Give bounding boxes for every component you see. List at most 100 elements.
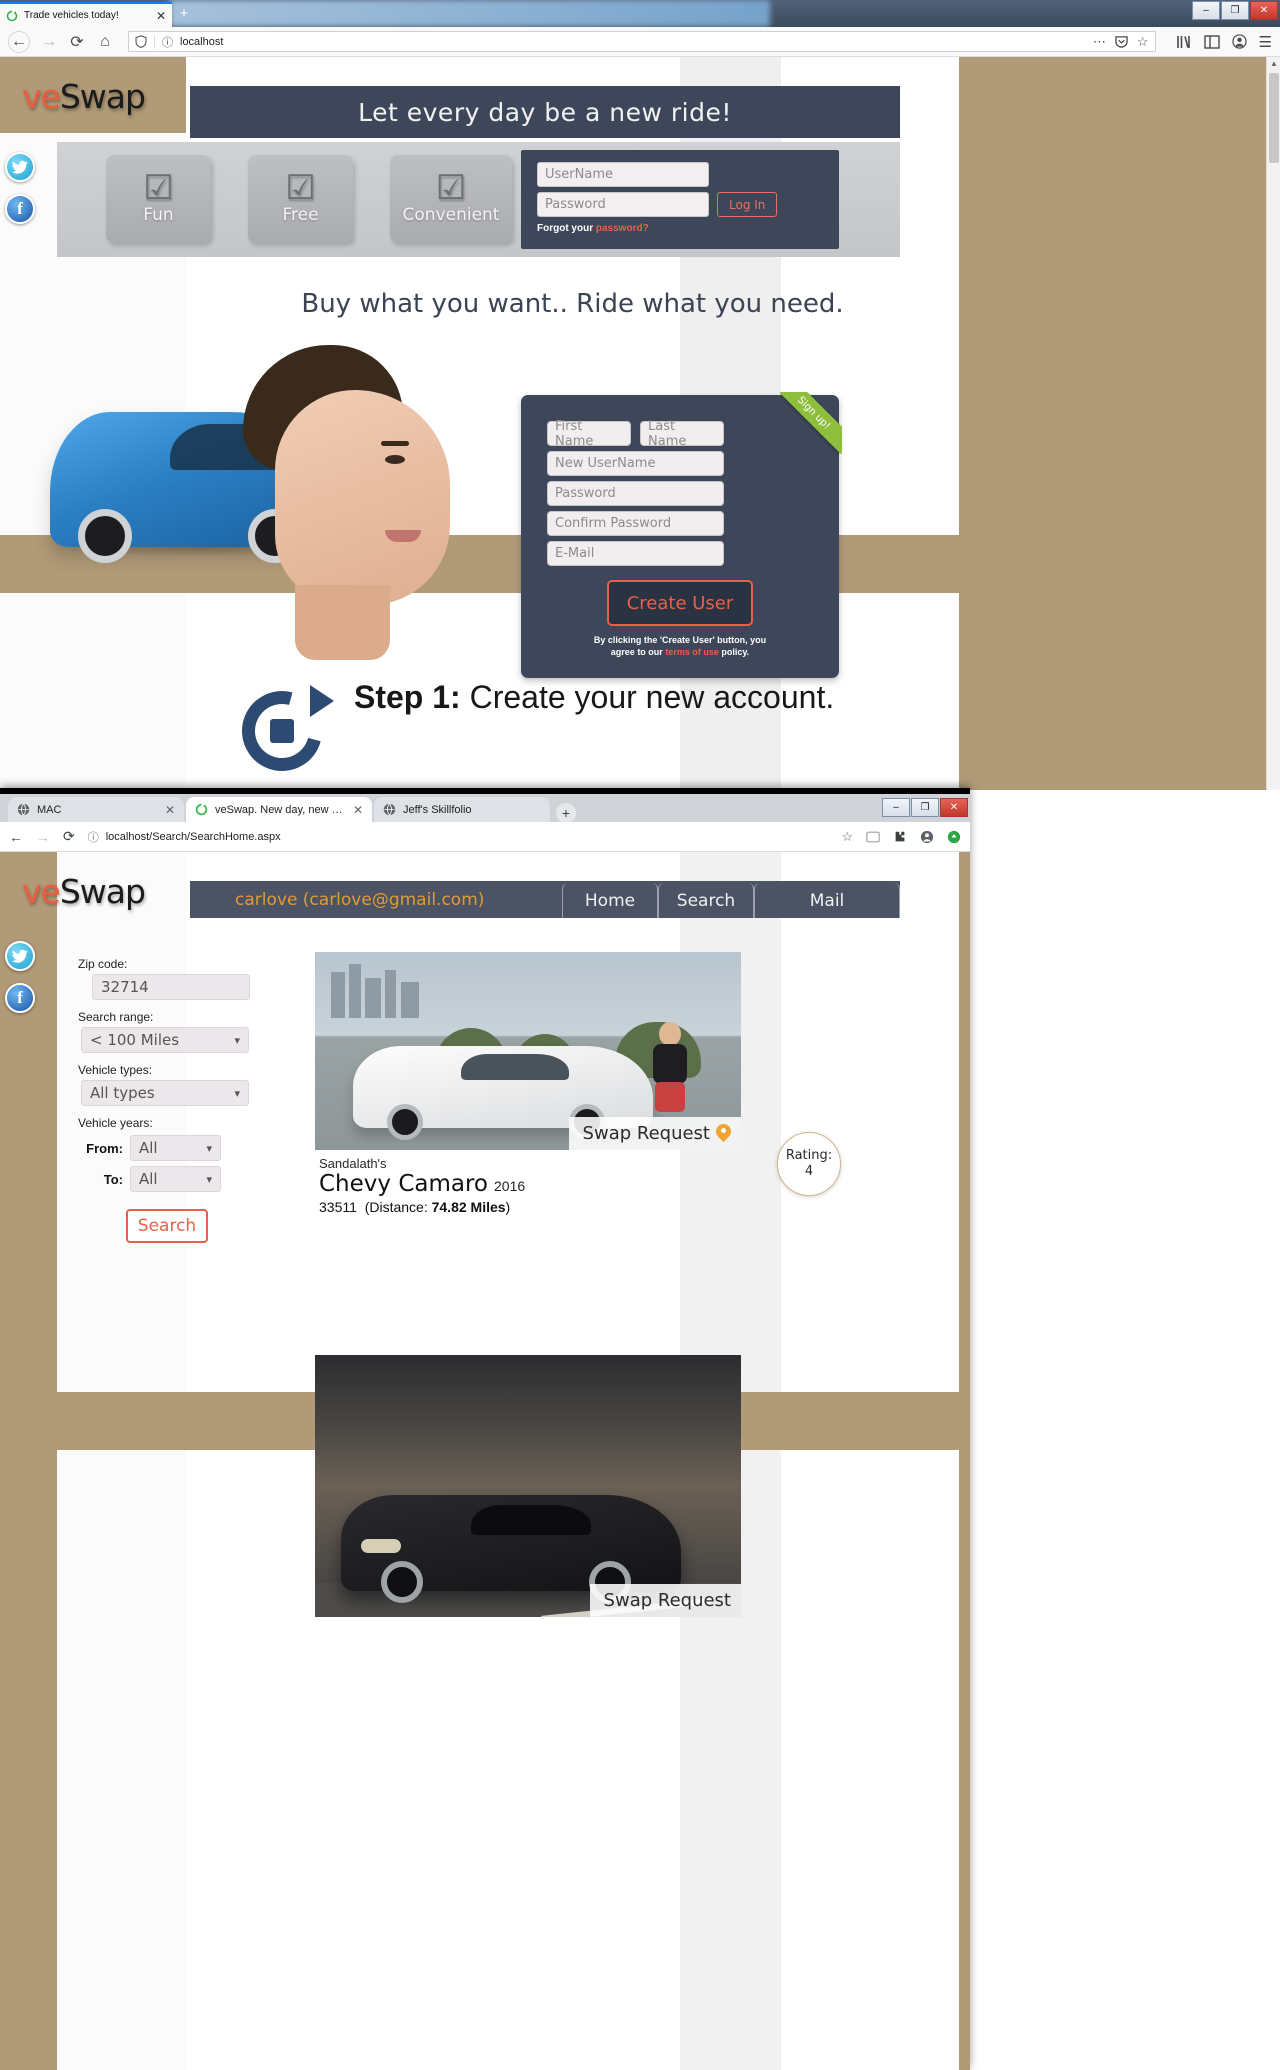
- twitter-icon: [5, 941, 35, 971]
- confirm-password-input[interactable]: Confirm Password: [547, 511, 724, 536]
- swap-request-button[interactable]: Swap Request: [568, 1117, 741, 1150]
- username-input[interactable]: UserName: [537, 162, 709, 187]
- step-1-text: Step 1: Create your new account.: [354, 677, 834, 717]
- minimize-button[interactable]: –: [882, 798, 910, 817]
- window-controls: – ❐ ✕: [1192, 1, 1278, 20]
- pocket-icon[interactable]: [1115, 35, 1128, 48]
- cast-icon[interactable]: [866, 831, 880, 843]
- feature-free[interactable]: ☑ Free: [248, 155, 353, 243]
- tab-close-icon[interactable]: ✕: [353, 803, 363, 817]
- bookmark-star-icon[interactable]: ☆: [841, 829, 853, 845]
- back-icon[interactable]: ←: [9, 829, 23, 845]
- page-content-window1: veSwap f Let every day be a new ride! ☑: [0, 57, 1280, 790]
- last-name-input[interactable]: Last Name: [640, 419, 724, 449]
- search-button[interactable]: Search: [126, 1209, 208, 1243]
- minimize-button[interactable]: –: [1192, 1, 1220, 20]
- twitter-button[interactable]: [0, 147, 40, 187]
- facebook-button[interactable]: f: [0, 189, 40, 229]
- close-button[interactable]: ✕: [1250, 1, 1278, 20]
- feature-fun[interactable]: ☑ Fun: [106, 155, 211, 243]
- page-right-background: [959, 57, 1280, 790]
- account-icon[interactable]: [920, 830, 934, 844]
- year-to-select[interactable]: All ▾: [130, 1166, 221, 1192]
- from-label: From:: [86, 1140, 123, 1156]
- signup-password-input[interactable]: Password: [547, 481, 724, 506]
- browser-tab-veswap[interactable]: veSwap. New day, new ride! ✕: [186, 797, 372, 822]
- puzzle-icon[interactable]: [893, 830, 907, 844]
- url-text: localhost: [180, 35, 224, 48]
- car-window: [471, 1505, 591, 1535]
- browser-tab-skillfolio[interactable]: Jeff's Skillfolio: [374, 797, 550, 822]
- new-tab-button[interactable]: +: [176, 6, 192, 22]
- address-bar[interactable]: ⓘ localhost ⋯ ☆: [128, 31, 1156, 52]
- reload-icon[interactable]: ⟳: [68, 33, 86, 51]
- facebook-button[interactable]: f: [0, 978, 40, 1018]
- sidebar-icon[interactable]: [1203, 34, 1220, 49]
- reload-icon[interactable]: ⟳: [63, 828, 75, 845]
- tab-close-icon[interactable]: ✕: [165, 803, 175, 817]
- page-right-background: [959, 852, 970, 2070]
- listing-photo[interactable]: Swap Request: [315, 1355, 741, 1617]
- zip-code-input[interactable]: 32714: [92, 974, 250, 1000]
- shield-icon: [135, 35, 147, 48]
- maximize-button[interactable]: ❐: [911, 798, 939, 817]
- home-icon[interactable]: ⌂: [96, 33, 114, 51]
- page-content-window2: veSwap f carlove (carlove@gmail.com) Hom…: [0, 852, 970, 2070]
- back-icon[interactable]: ←: [8, 30, 30, 53]
- email-input[interactable]: E-Mail: [547, 541, 724, 566]
- close-button[interactable]: ✕: [940, 798, 968, 817]
- circular-arrow-icon: [227, 676, 337, 786]
- current-user-label[interactable]: carlove (carlove@gmail.com): [190, 881, 562, 918]
- chrome-navbar: ← → ⟳ ⓘ localhost/Search/SearchHome.aspx…: [0, 822, 970, 852]
- maximize-button[interactable]: ❐: [1221, 1, 1249, 20]
- bookmark-icon[interactable]: ☆: [1137, 34, 1149, 50]
- vehicle-types-select[interactable]: All types ▾: [81, 1080, 249, 1106]
- first-name-input[interactable]: First Name: [547, 419, 631, 449]
- update-icon[interactable]: [947, 830, 961, 844]
- forward-icon[interactable]: →: [40, 33, 58, 51]
- check-box-icon: ☑: [435, 168, 467, 207]
- address-bar[interactable]: ⓘ localhost/Search/SearchHome.aspx: [88, 829, 829, 845]
- feature-convenient[interactable]: ☑ Convenient: [390, 155, 512, 243]
- create-user-button[interactable]: Create User: [607, 580, 753, 626]
- search-range-select[interactable]: < 100 Miles ▾: [81, 1027, 249, 1053]
- chevron-down-icon: ▾: [206, 1172, 212, 1186]
- listing-photo[interactable]: Swap Request: [315, 952, 741, 1150]
- login-button[interactable]: Log In: [717, 192, 778, 217]
- urlbar-actions: ⋯ ☆: [1093, 34, 1149, 50]
- nav-item-home[interactable]: Home: [562, 883, 658, 918]
- year-from-select[interactable]: All ▾: [130, 1135, 221, 1161]
- scrollbar-thumb[interactable]: [1269, 73, 1279, 163]
- nav-item-search[interactable]: Search: [658, 883, 754, 918]
- info-icon[interactable]: ⓘ: [162, 34, 173, 50]
- window-controls: – ❐ ✕: [882, 798, 968, 817]
- twitter-icon: [5, 152, 35, 182]
- menu-icon[interactable]: ☰: [1259, 33, 1272, 51]
- veswap-logo[interactable]: veSwap: [22, 872, 146, 911]
- nav-item-mail[interactable]: Mail: [754, 883, 900, 918]
- refresh-green-icon: [195, 803, 208, 816]
- info-icon[interactable]: ⓘ: [88, 829, 99, 845]
- more-icon[interactable]: ⋯: [1093, 34, 1106, 50]
- page-scrollbar[interactable]: ▲: [1266, 57, 1280, 790]
- swap-request-button[interactable]: Swap Request: [589, 1584, 741, 1617]
- new-tab-button[interactable]: +: [556, 803, 576, 823]
- library-icon[interactable]: [1176, 35, 1192, 49]
- forgot-password-link[interactable]: password?: [596, 223, 649, 234]
- login-panel: UserName Password Log In Forgot your pas…: [521, 150, 839, 249]
- veswap-logo[interactable]: veSwap: [22, 77, 146, 116]
- forward-icon[interactable]: →: [36, 829, 50, 845]
- terms-of-use-link[interactable]: terms of use: [665, 647, 719, 657]
- listing-model: Chevy Camaro: [319, 1171, 488, 1197]
- url-text: localhost/Search/SearchHome.aspx: [105, 830, 281, 843]
- browser-tab-active[interactable]: Trade vehicles today! ✕: [0, 2, 172, 27]
- password-input[interactable]: Password: [537, 192, 709, 217]
- twitter-button[interactable]: [0, 936, 40, 976]
- step-1-body: Create your new account.: [469, 679, 835, 715]
- scroll-up-icon[interactable]: ▲: [1270, 59, 1278, 68]
- listing-info: Sandalath's Chevy Camaro 2016 33511 (Dis…: [315, 1132, 841, 1215]
- browser-tab-mac[interactable]: MAC ✕: [8, 797, 184, 822]
- tab-close-icon[interactable]: ✕: [156, 10, 166, 22]
- new-username-input[interactable]: New UserName: [547, 451, 724, 476]
- account-icon[interactable]: [1231, 34, 1247, 49]
